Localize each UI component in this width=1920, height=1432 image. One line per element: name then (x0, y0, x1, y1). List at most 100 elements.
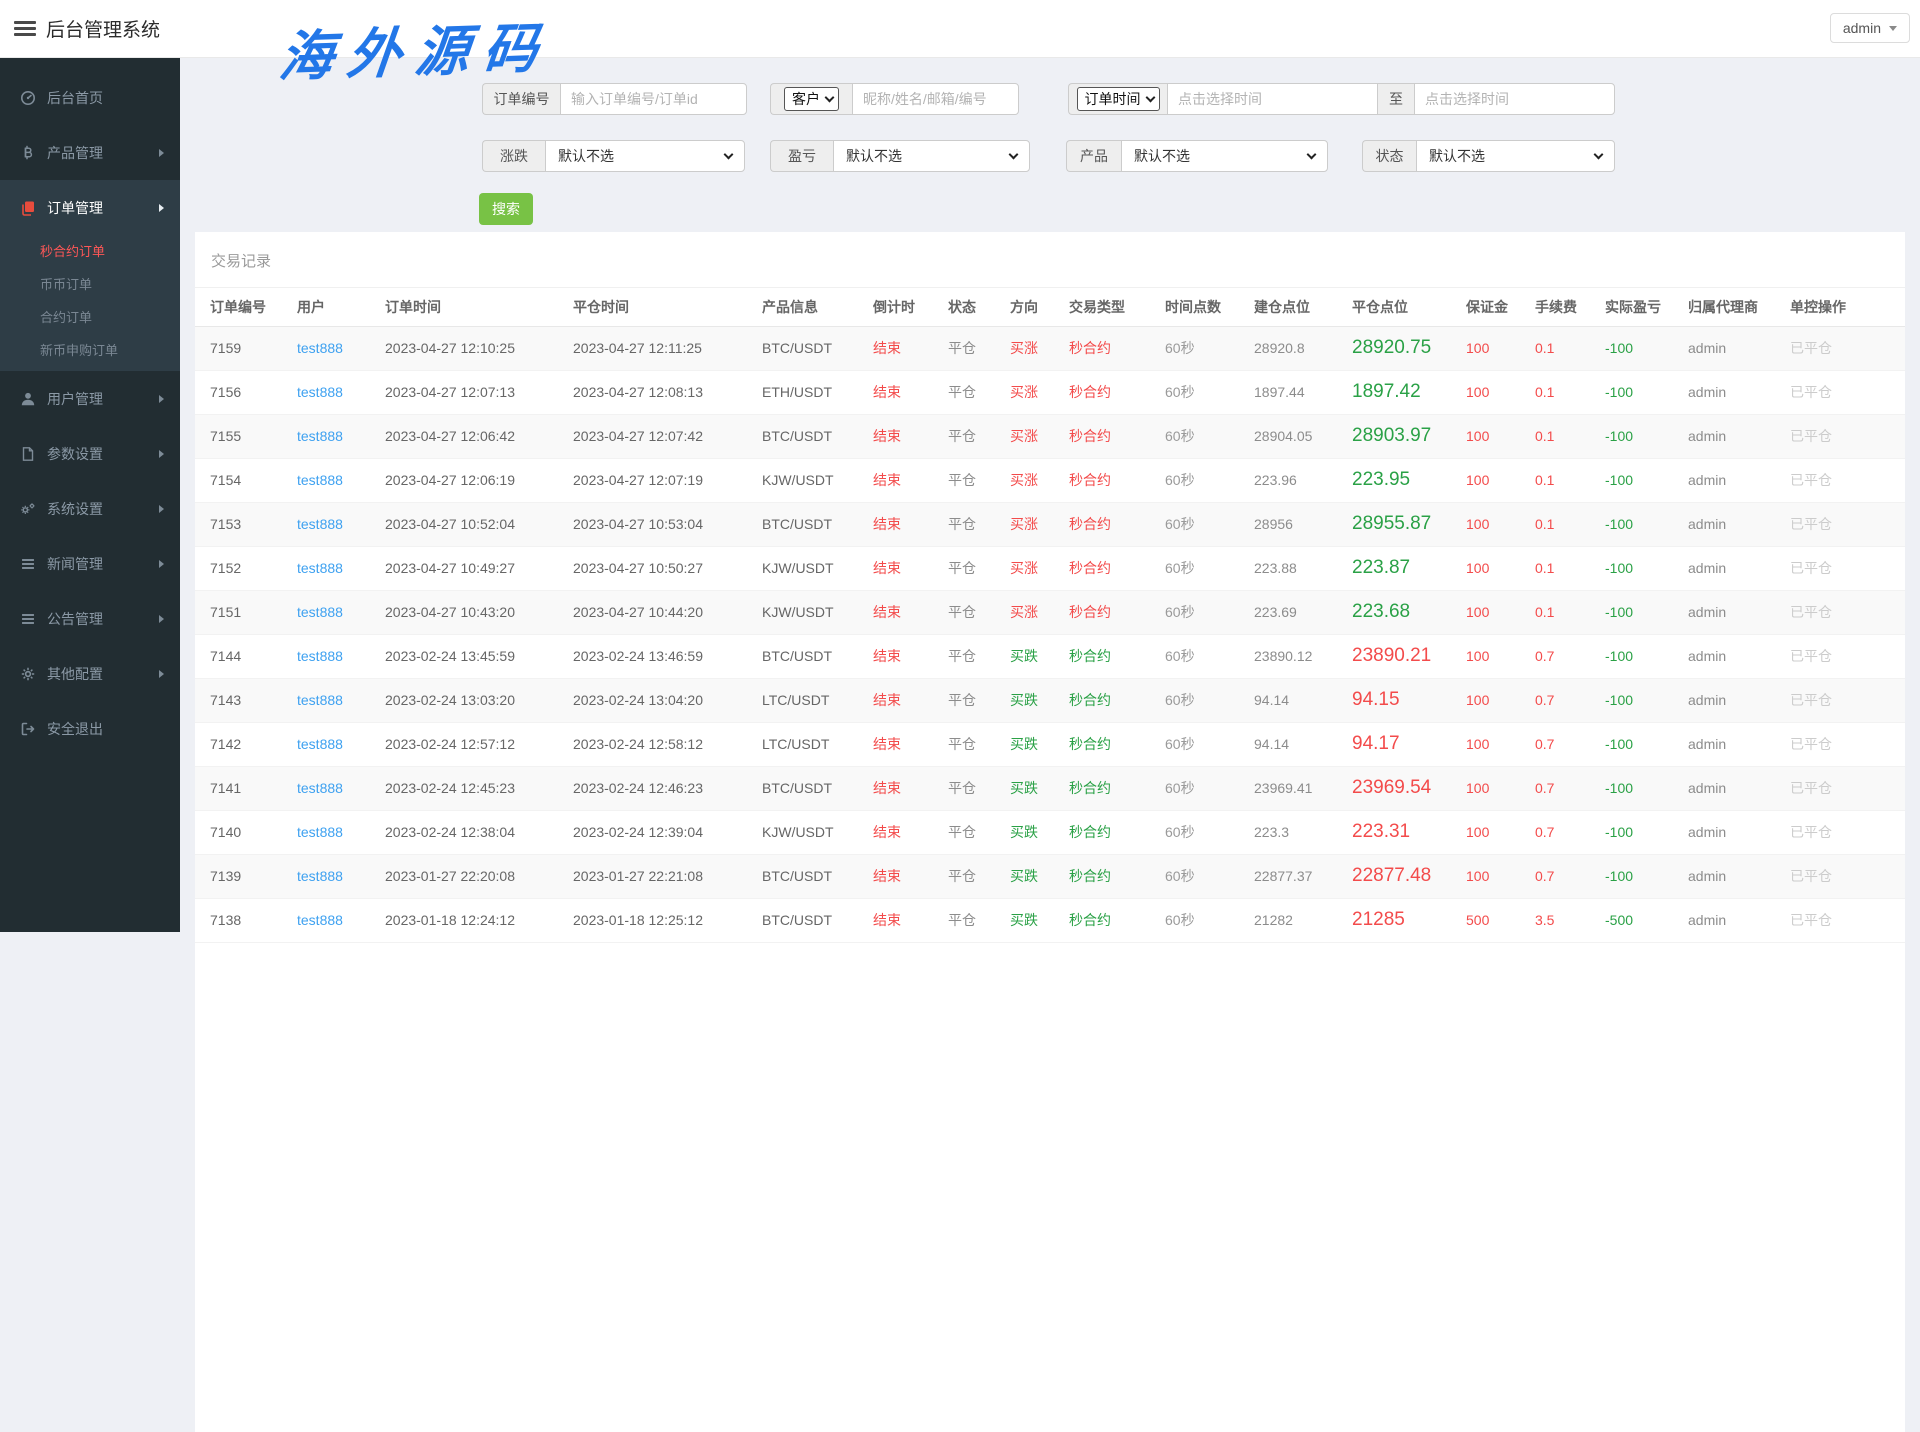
sidebar-item-label: 其他配置 (47, 664, 103, 684)
sidebar-item-notice[interactable]: 公告管理 (0, 591, 180, 646)
user-link[interactable]: test888 (297, 370, 385, 414)
sidebar-subitem-new-coin-orders[interactable]: 新币申购订单 (0, 334, 180, 367)
user-menu[interactable]: admin (1830, 13, 1910, 43)
cell-action: 已平仓 (1790, 854, 1905, 898)
user-link[interactable]: test888 (297, 414, 385, 458)
cell-close-time: 2023-04-27 12:07:42 (573, 414, 762, 458)
cell-duration: 60秒 (1165, 634, 1254, 678)
profit-select[interactable]: 默认不选 (833, 140, 1030, 172)
cell-close-price: 223.68 (1352, 590, 1466, 634)
user-link[interactable]: test888 (297, 326, 385, 370)
user-link[interactable]: test888 (297, 590, 385, 634)
status-select[interactable]: 默认不选 (1416, 140, 1615, 172)
cell-status: 平仓 (948, 678, 1010, 722)
user-link[interactable]: test888 (297, 546, 385, 590)
order-no-input[interactable] (560, 83, 747, 115)
chevron-right-icon (159, 670, 164, 678)
table-header-row: 订单编号用户订单时间平仓时间产品信息倒计时状态方向交易类型时间点数建仓点位平仓点… (195, 288, 1905, 326)
panel-title: 交易记录 (195, 232, 1905, 288)
time-type-select[interactable]: 订单时间 (1077, 87, 1160, 111)
cell-open-time: 2023-04-27 12:06:42 (385, 414, 573, 458)
profit-filter-group: 盈亏 默认不选 (770, 140, 1030, 172)
sidebar-subitem-second-contract-orders[interactable]: 秒合约订单 (0, 235, 180, 268)
cell-direction: 买涨 (1010, 546, 1069, 590)
cell-order-id: 7139 (195, 854, 297, 898)
cell-action: 已平仓 (1790, 502, 1905, 546)
cell-product: BTC/USDT (762, 766, 873, 810)
cell-order-id: 7155 (195, 414, 297, 458)
sidebar-item-users[interactable]: 用户管理 (0, 371, 180, 426)
cell-countdown: 结束 (873, 810, 948, 854)
cell-fee: 0.7 (1535, 766, 1605, 810)
user-link[interactable]: test888 (297, 458, 385, 502)
user-link[interactable]: test888 (297, 678, 385, 722)
cell-direction: 买涨 (1010, 326, 1069, 370)
updown-filter-group: 涨跌 默认不选 (482, 140, 745, 172)
cell-agent: admin (1688, 414, 1790, 458)
chevron-down-icon (724, 150, 734, 160)
sidebar-subitem-contract-orders[interactable]: 合约订单 (0, 301, 180, 334)
cell-agent: admin (1688, 458, 1790, 502)
cell-open-price: 21282 (1254, 898, 1352, 942)
sidebar-subitem-spot-orders[interactable]: 币币订单 (0, 268, 180, 301)
cell-trade-type: 秒合约 (1069, 546, 1165, 590)
sidebar-item-other[interactable]: 其他配置 (0, 646, 180, 701)
user-link[interactable]: test888 (297, 854, 385, 898)
profit-select-value: 默认不选 (846, 146, 902, 166)
cell-order-id: 7142 (195, 722, 297, 766)
profit-label: 盈亏 (770, 140, 833, 172)
cell-status: 平仓 (948, 722, 1010, 766)
cell-trade-type: 秒合约 (1069, 370, 1165, 414)
cell-close-time: 2023-04-27 12:11:25 (573, 326, 762, 370)
customer-input[interactable] (852, 83, 1019, 115)
cell-pnl: -100 (1605, 326, 1688, 370)
column-header: 平仓点位 (1352, 288, 1466, 326)
column-header: 订单时间 (385, 288, 573, 326)
cell-product: BTC/USDT (762, 502, 873, 546)
time-to-input[interactable] (1414, 83, 1615, 115)
user-link[interactable]: test888 (297, 634, 385, 678)
cell-product: KJW/USDT (762, 810, 873, 854)
cell-close-price: 28955.87 (1352, 502, 1466, 546)
time-from-input[interactable] (1167, 83, 1378, 115)
cell-duration: 60秒 (1165, 502, 1254, 546)
search-button[interactable]: 搜索 (479, 193, 533, 225)
sidebar-item-dashboard[interactable]: 后台首页 (0, 70, 180, 125)
column-header: 手续费 (1535, 288, 1605, 326)
user-menu-label: admin (1843, 20, 1881, 36)
cell-margin: 100 (1466, 370, 1535, 414)
user-link[interactable]: test888 (297, 810, 385, 854)
cell-countdown: 结束 (873, 502, 948, 546)
cell-close-price: 23969.54 (1352, 766, 1466, 810)
menu-toggle-icon[interactable] (14, 18, 36, 39)
cell-close-time: 2023-02-24 12:58:12 (573, 722, 762, 766)
cell-close-price: 22877.48 (1352, 854, 1466, 898)
sidebar-item-news[interactable]: 新闻管理 (0, 536, 180, 591)
sidebar-item-products[interactable]: 产品管理 (0, 125, 180, 180)
user-link[interactable]: test888 (297, 766, 385, 810)
user-link[interactable]: test888 (297, 502, 385, 546)
cell-fee: 0.1 (1535, 590, 1605, 634)
updown-select[interactable]: 默认不选 (545, 140, 745, 172)
chevron-down-icon (1145, 93, 1155, 103)
column-header: 建仓点位 (1254, 288, 1352, 326)
sidebar-item-orders[interactable]: 订单管理 (0, 180, 180, 235)
sidebar-item-params[interactable]: 参数设置 (0, 426, 180, 481)
sidebar-item-system[interactable]: 系统设置 (0, 481, 180, 536)
cell-open-time: 2023-01-27 22:20:08 (385, 854, 573, 898)
product-select[interactable]: 默认不选 (1121, 140, 1328, 172)
customer-type-select[interactable]: 客户 (784, 87, 839, 111)
dashboard-icon (20, 90, 38, 106)
cell-open-time: 2023-02-24 13:03:20 (385, 678, 573, 722)
cell-agent: admin (1688, 766, 1790, 810)
orders-icon (20, 200, 38, 216)
cell-agent: admin (1688, 326, 1790, 370)
cell-fee: 0.1 (1535, 370, 1605, 414)
user-link[interactable]: test888 (297, 722, 385, 766)
cell-open-price: 22877.37 (1254, 854, 1352, 898)
user-link[interactable]: test888 (297, 898, 385, 942)
sidebar-item-logout[interactable]: 安全退出 (0, 701, 180, 756)
cell-countdown: 结束 (873, 590, 948, 634)
cell-close-time: 2023-04-27 12:08:13 (573, 370, 762, 414)
cell-margin: 100 (1466, 678, 1535, 722)
